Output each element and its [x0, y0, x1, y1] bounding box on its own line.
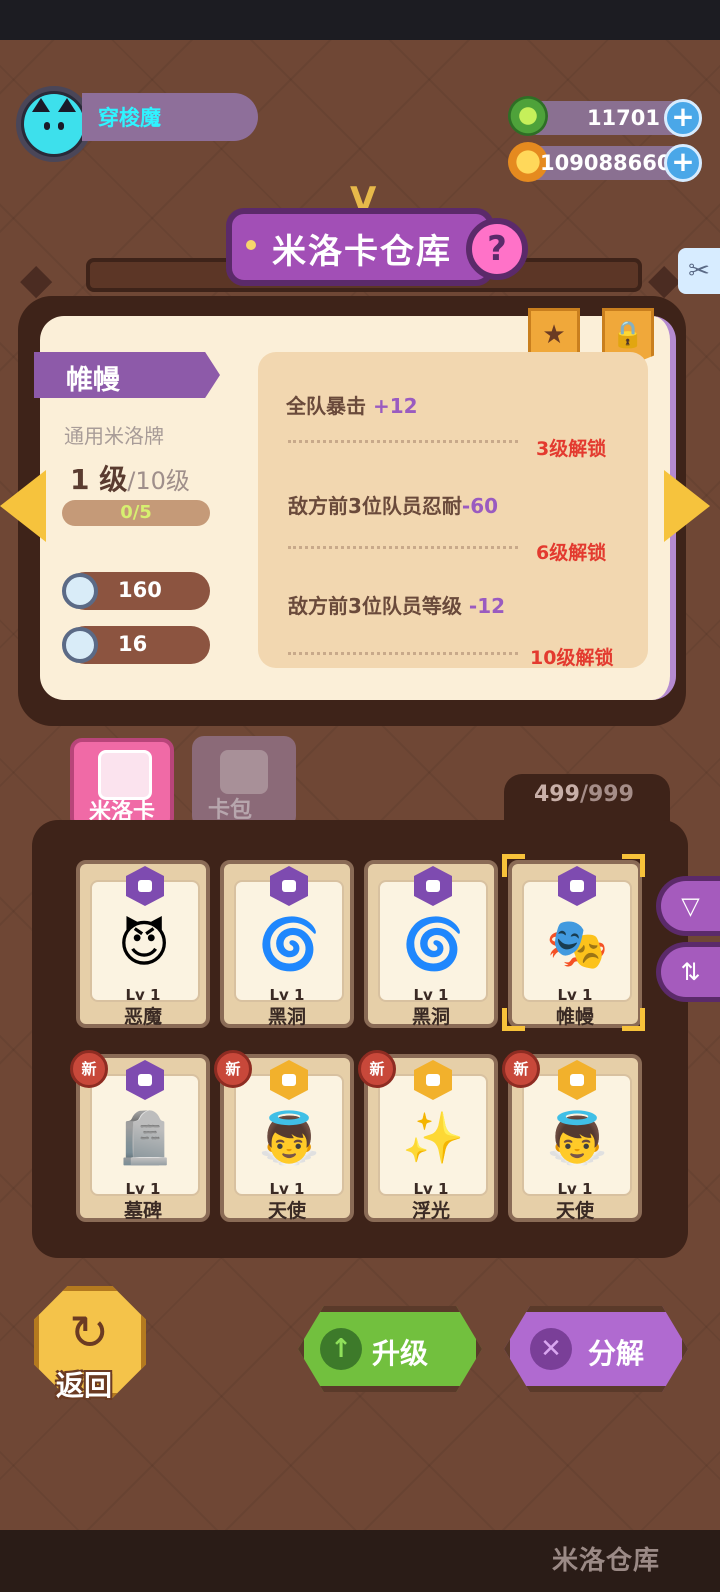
card-level: 1 级/10级 — [70, 458, 190, 498]
card-name: 黑洞 — [267, 1006, 306, 1028]
filter-button[interactable]: ▽ — [656, 876, 720, 936]
effect-1-text: 全队暴击 — [286, 394, 373, 418]
avatar-eye-right — [58, 122, 64, 130]
card-item[interactable]: 🌀 Lv 1 黑洞 — [220, 860, 354, 1028]
paw-card-icon — [98, 750, 152, 800]
avatar[interactable] — [24, 94, 84, 154]
capacity-max: /999 — [579, 782, 634, 807]
defense-value: 16 — [118, 632, 148, 656]
effect-2: 敌方前3位队员忍耐-60 — [288, 490, 498, 519]
card-name: 恶魔 — [123, 1006, 162, 1028]
scissors-icon[interactable]: ✂ — [678, 248, 720, 294]
progress-text: 0/5 — [120, 502, 152, 523]
add-coins-button[interactable]: + — [664, 144, 702, 182]
new-badge: 新 — [502, 1050, 540, 1088]
back-label: 返回 — [56, 1369, 113, 1402]
tab-card-pack[interactable]: 卡包 — [192, 736, 296, 828]
shield-icon — [62, 627, 98, 663]
upgrade-label: 升级 — [372, 1337, 429, 1370]
curtain-icon: 🎭 — [546, 915, 609, 973]
badge-symbol-icon — [426, 1074, 440, 1086]
effect-3-unlock: 10级解锁 — [530, 647, 614, 669]
capacity-text: 499/999 — [534, 782, 634, 807]
add-gems-button[interactable]: + — [664, 99, 702, 137]
selection-corner — [502, 854, 525, 877]
badge-symbol-icon — [282, 880, 296, 892]
gem-value: 11701 — [586, 106, 660, 130]
avatar-ear-left — [32, 98, 50, 112]
black-hole-icon: 🌀 — [258, 915, 321, 973]
badge-symbol-icon — [570, 1074, 584, 1086]
card-name: 浮光 — [411, 1200, 450, 1222]
avatar-ear-right — [58, 98, 76, 112]
previous-card-arrow[interactable] — [0, 470, 46, 542]
tombstone-icon: 🪦 — [114, 1109, 177, 1167]
selection-corner — [502, 1008, 525, 1031]
badge-symbol-icon — [138, 880, 152, 892]
badge-symbol-icon — [282, 1074, 296, 1086]
sort-button[interactable]: ⇅ — [656, 942, 720, 1002]
gem-icon — [508, 96, 548, 136]
bell-icon — [62, 573, 98, 609]
effect-3: 敌方前3位队员等级 -12 — [288, 590, 505, 619]
divider — [288, 652, 518, 655]
coin-value: 109088660 — [540, 151, 672, 175]
effect-3-text: 敌方前3位队员等级 — [288, 594, 469, 618]
selection-corner — [622, 1008, 645, 1031]
card-item[interactable]: 🎭 Lv 1 帷幔 — [508, 860, 642, 1028]
return-arrow-icon: ↻ — [68, 1305, 110, 1361]
effect-2-value: -60 — [461, 494, 499, 518]
close-circle-icon: ✕ — [530, 1328, 572, 1370]
effect-2-text: 敌方前3位队员忍耐 — [288, 494, 462, 518]
card-name-ribbon — [34, 352, 220, 398]
help-button[interactable]: ? — [466, 218, 528, 280]
effect-1: 全队暴击 +12 — [286, 390, 418, 419]
divider — [288, 440, 518, 443]
effect-2-unlock: 6级解锁 — [536, 542, 607, 564]
level-max: /10级 — [127, 467, 190, 495]
black-hole-icon: 🌀 — [402, 915, 465, 973]
effect-1-unlock: 3级解锁 — [536, 438, 607, 460]
new-badge: 新 — [358, 1050, 396, 1088]
player-name: 穿梭魔 — [98, 106, 161, 130]
card-name: 黑洞 — [411, 1006, 450, 1028]
bottom-nav-label[interactable]: 米洛仓库 — [552, 1540, 660, 1577]
decompose-label: 分解 — [588, 1337, 645, 1370]
arrow-up-icon: ↑ — [320, 1328, 362, 1370]
page-title: 米洛卡仓库 — [272, 232, 452, 272]
card-name: 帷幔 — [66, 365, 120, 396]
effect-1-value: +12 — [372, 394, 418, 418]
title-dot — [246, 240, 256, 250]
card-type: 通用米洛牌 — [64, 424, 164, 448]
new-badge: 新 — [214, 1050, 252, 1088]
badge-symbol-icon — [570, 880, 584, 892]
effect-3-value: -12 — [468, 594, 506, 618]
card-pack-icon — [220, 750, 268, 794]
card-item[interactable]: 🌀 Lv 1 黑洞 — [364, 860, 498, 1028]
next-card-arrow[interactable] — [664, 470, 710, 542]
status-bar — [0, 0, 720, 40]
card-name: 天使 — [555, 1200, 594, 1222]
card-name: 帷幔 — [555, 1006, 594, 1028]
capacity-current: 499 — [534, 782, 580, 807]
card-name: 墓碑 — [123, 1200, 162, 1222]
badge-symbol-icon — [426, 880, 440, 892]
hp-value: 160 — [118, 578, 162, 602]
tab-milo-card[interactable]: 米洛卡 — [70, 738, 174, 830]
star-light-icon: ✨ — [402, 1109, 465, 1167]
badge-symbol-icon — [138, 1074, 152, 1086]
selection-corner — [622, 854, 645, 877]
devil-icon: 😈 — [117, 915, 171, 973]
new-badge: 新 — [70, 1050, 108, 1088]
angel-icon: 👼 — [258, 1109, 321, 1167]
angel-icon: 👼 — [546, 1109, 609, 1167]
card-item[interactable]: 😈 Lv 1 恶魔 — [76, 860, 210, 1028]
card-name: 天使 — [267, 1200, 306, 1222]
level-current: 1 级 — [70, 463, 128, 496]
divider — [288, 546, 518, 549]
avatar-eye-left — [44, 122, 50, 130]
